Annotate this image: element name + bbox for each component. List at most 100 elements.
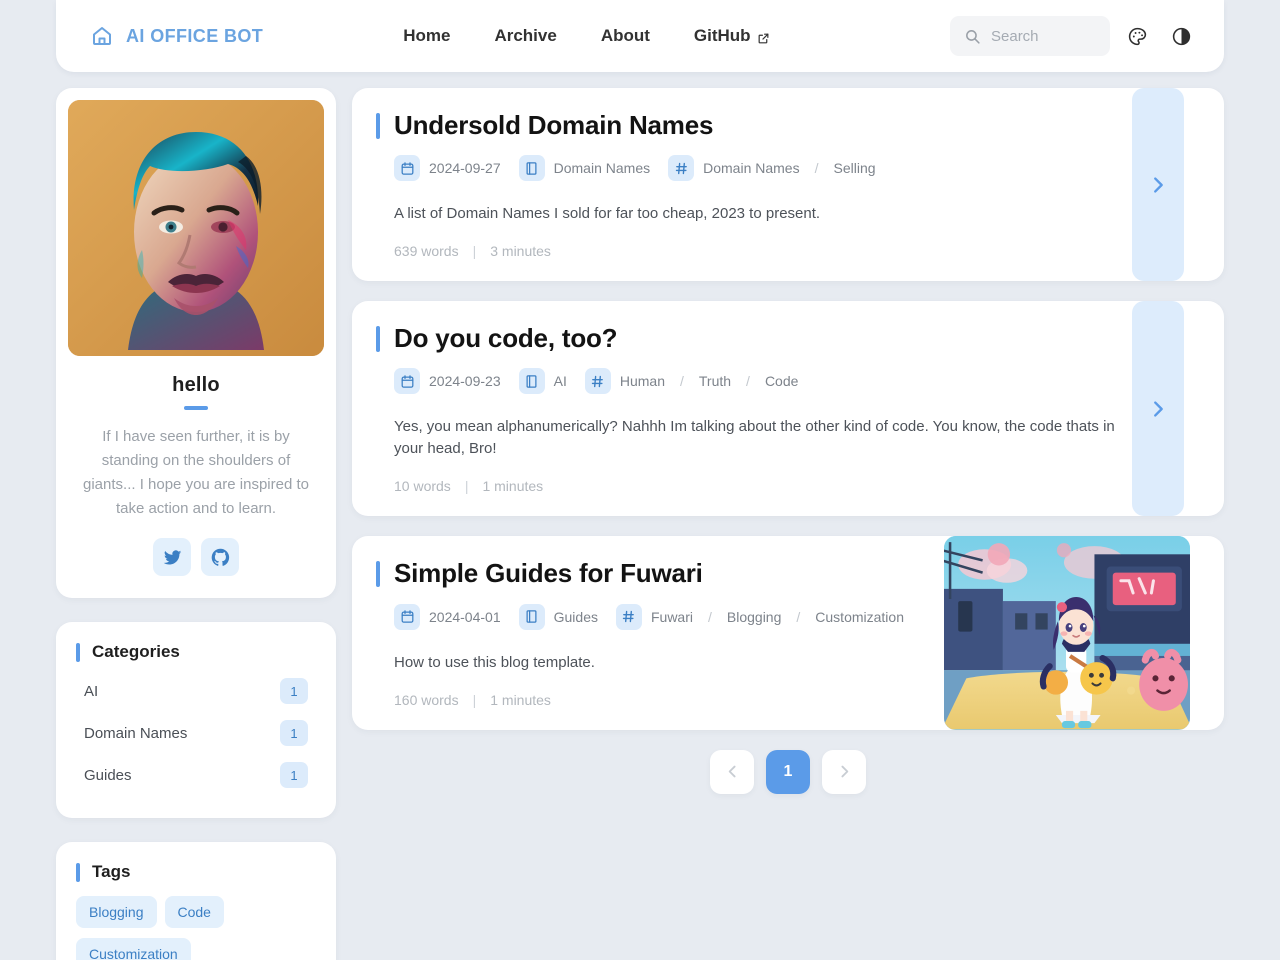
post-date-text: 2024-09-23 [429, 373, 501, 390]
categories-list: AI 1 Domain Names 1 Guides 1 [76, 670, 314, 796]
post-content: Simple Guides for Fuwari 2024-04-01 Guid… [376, 558, 928, 708]
post-open-button[interactable] [1132, 88, 1184, 282]
tags-header: Tags [76, 862, 314, 882]
chevron-right-icon [836, 763, 853, 780]
category-label: AI [84, 682, 99, 700]
pagination-page-1[interactable]: 1 [766, 749, 810, 794]
category-label: Guides [84, 766, 132, 784]
post-thumbnail[interactable] [944, 536, 1190, 730]
site-logo-link[interactable]: AI OFFICE BOT [90, 24, 263, 48]
stats-separator: | [472, 243, 477, 260]
nav-item-archive[interactable]: Archive [472, 18, 578, 54]
tag-separator: / [708, 608, 712, 625]
post-title[interactable]: Simple Guides for Fuwari [394, 558, 703, 589]
hash-icon [668, 155, 695, 182]
twitter-link[interactable] [153, 538, 191, 576]
category-item-ai[interactable]: AI 1 [76, 670, 314, 712]
tag-separator: / [796, 608, 801, 625]
category-item-domain-names[interactable]: Domain Names 1 [76, 712, 314, 754]
post-word-count: 10 words [394, 478, 451, 495]
tag-separator: / [680, 373, 684, 390]
post-title-row: Simple Guides for Fuwari [376, 558, 928, 589]
post-content: Undersold Domain Names 2024-09-27 Domain… [376, 110, 1122, 259]
post-date-text: 2024-09-27 [429, 160, 501, 177]
palette-icon-button[interactable] [1120, 19, 1154, 53]
post-card[interactable]: Simple Guides for Fuwari 2024-04-01 Guid… [352, 536, 1224, 730]
post-tag-text: Truth [698, 373, 732, 390]
post-date: 2024-09-23 [394, 368, 501, 395]
post-stats: 10 words | 1 minutes [394, 478, 1122, 494]
post-tags[interactable]: Domain Names / Selling [668, 155, 876, 182]
post-tag-text: Blogging [726, 608, 782, 625]
social-links [68, 538, 324, 576]
calendar-icon [394, 155, 420, 182]
categories-header: Categories [76, 642, 314, 662]
profile-bio: If I have seen further, it is by standin… [83, 428, 309, 517]
nav-label: Archive [494, 26, 557, 45]
post-tags[interactable]: Fuwari / Blogging / Customization [615, 603, 904, 630]
tag-code[interactable]: Code [164, 896, 224, 928]
post-card[interactable]: Undersold Domain Names 2024-09-27 Domain… [352, 88, 1224, 282]
github-icon [210, 547, 231, 568]
github-link[interactable] [201, 538, 239, 576]
post-title[interactable]: Do you code, too? [394, 323, 618, 354]
post-word-count: 639 words [394, 243, 459, 260]
site-header: AI OFFICE BOT Home Archive About GitHub [56, 0, 1224, 72]
post-tag-text: Domain Names [703, 160, 800, 177]
post-tag-text: Human [619, 373, 665, 390]
book-icon [518, 155, 545, 182]
accent-bar [376, 325, 380, 352]
book-icon [518, 603, 545, 630]
pagination: 1 [352, 749, 1224, 794]
stats-separator: | [464, 478, 469, 495]
home-icon [90, 24, 114, 48]
nav-item-home[interactable]: Home [381, 18, 472, 54]
tags-card: Tags Blogging Code Customization Domain … [56, 842, 336, 960]
post-category[interactable]: AI [518, 368, 567, 395]
nav-item-about[interactable]: About [579, 18, 672, 54]
twitter-icon [162, 547, 183, 568]
search-box[interactable] [950, 16, 1110, 56]
nav-item-github[interactable]: GitHub [672, 18, 792, 54]
chevron-left-icon [724, 763, 741, 780]
post-description: Yes, you mean alphanumerically? Nahhh Im… [394, 418, 1115, 458]
post-card[interactable]: Do you code, too? 2024-09-23 AI Human / … [352, 301, 1224, 517]
sidebar: hello If I have seen further, it is by s… [56, 88, 336, 960]
post-list: Undersold Domain Names 2024-09-27 Domain… [352, 88, 1224, 794]
post-description: How to use this blog template. [394, 653, 595, 671]
pagination-prev-button[interactable] [710, 749, 754, 794]
nav-label: Home [403, 26, 451, 45]
tag-blogging[interactable]: Blogging [76, 896, 157, 928]
post-read-time: 3 minutes [490, 243, 551, 260]
theme-toggle-button[interactable] [1164, 19, 1198, 53]
hash-icon [615, 603, 642, 630]
post-tags[interactable]: Human / Truth / Code [584, 368, 798, 395]
search-input[interactable] [991, 27, 1096, 45]
post-title-row: Undersold Domain Names [376, 110, 1122, 141]
accent-bar [376, 560, 380, 587]
tags-title: Tags [92, 862, 131, 881]
category-item-guides[interactable]: Guides 1 [76, 754, 314, 796]
post-read-time: 1 minutes [482, 478, 544, 495]
tag-customization[interactable]: Customization [76, 938, 191, 960]
external-link-icon [757, 30, 770, 43]
contrast-icon [1171, 26, 1192, 47]
tag-separator: / [746, 373, 750, 390]
profile-card: hello If I have seen further, it is by s… [56, 88, 336, 598]
post-tag-text: Customization [815, 608, 904, 625]
post-date-text: 2024-04-01 [429, 608, 501, 625]
post-category[interactable]: Guides [518, 603, 598, 630]
name-underline [184, 406, 208, 410]
book-icon [518, 368, 545, 395]
header-actions [950, 16, 1198, 56]
post-open-button[interactable] [1132, 301, 1184, 517]
nav-label: About [600, 26, 650, 45]
post-content: Do you code, too? 2024-09-23 AI Human / … [376, 323, 1122, 494]
categories-card: Categories AI 1 Domain Names 1 Guides 1 [56, 622, 336, 818]
post-title[interactable]: Undersold Domain Names [394, 110, 713, 141]
post-stats: 160 words | 1 minutes [394, 692, 928, 708]
pagination-next-button[interactable] [822, 749, 866, 794]
post-category-text: Guides [553, 608, 598, 625]
post-category[interactable]: Domain Names [518, 155, 650, 182]
accent-bar [76, 642, 80, 662]
